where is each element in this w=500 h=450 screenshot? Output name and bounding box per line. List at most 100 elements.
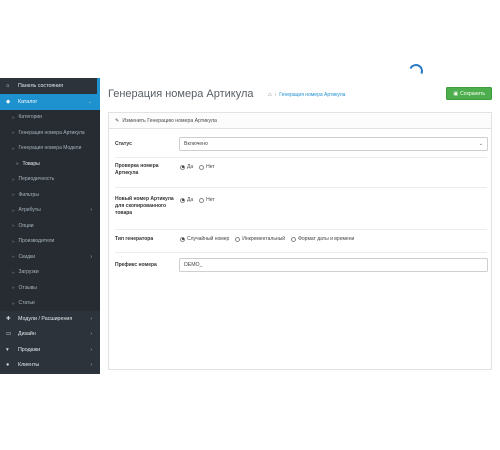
sidebar-item-label: Модули / Расширения [18,315,73,322]
sidebar-item-label: Опции [18,222,34,229]
save-button[interactable]: ▣ Сохранить [446,87,492,100]
sidebar-item-extensions[interactable]: ✚ Модули / Расширения › [0,311,100,327]
sidebar-item-attributes[interactable]: » Атрибуты › [0,202,100,218]
chevron-right-icon: › [90,346,92,353]
main-content: Генерация номера Артикула ⌂ › Генерация … [100,78,500,374]
home-icon: ⌂ [6,82,10,89]
double-chevron-icon: » [12,238,15,244]
check-no-radio[interactable]: Нет [199,164,215,170]
new-number-yes-radio[interactable]: Да [180,197,193,203]
sidebar-item-products[interactable]: » Товары [0,156,100,172]
sidebar-item-label: Скидки [18,253,36,260]
radio-label: Формат даты и времени [298,236,355,242]
generator-random-radio[interactable]: Случайный номер [180,236,229,242]
divider [115,157,487,158]
sidebar-item-sku-generation[interactable]: » Генерация номера Артикула [0,125,100,141]
double-chevron-icon: » [12,192,15,198]
sidebar-item-label: Производители [18,238,55,245]
breadcrumb: ⌂ › Генерация номера Артикула [268,92,345,98]
radio-dot[interactable] [199,197,205,203]
sidebar-item-design[interactable]: ▭ Дизайн › [0,327,100,343]
chevron-down-icon: ⌄ [87,98,92,105]
double-chevron-icon: » [12,114,15,120]
radio-dot[interactable] [180,164,185,170]
sidebar-item-label: Панель состояния [18,82,64,89]
radio-label: Да [187,197,194,203]
sidebar-item-model-generation[interactable]: » Генерация номера Модели [0,140,100,156]
status-select-value: Включено [184,141,208,147]
double-chevron-icon: » [16,161,19,167]
status-label: Статус [115,141,132,147]
sidebar-item-options[interactable]: » Опции [0,218,100,234]
generator-incremental-radio[interactable]: Инкрементальный [235,236,285,242]
sidebar-item-reviews[interactable]: » Отзывы [0,280,100,296]
breadcrumb-link[interactable]: Генерация номера Артикула [279,92,345,98]
sidebar-item-label: Категории [18,114,42,121]
sidebar-item-label: Товары [22,160,40,167]
sidebar-item-articles[interactable]: » Статьи [0,295,100,311]
sidebar-item-label: Статьи [18,300,35,307]
radio-dot[interactable] [291,236,297,242]
radio-label: Случайный номер [187,236,230,242]
sidebar-item-label: Фильтры [18,191,39,198]
divider [115,187,487,188]
sidebar: ⌂ Панель состояния ◆ Каталог ⌄ » Категор… [0,78,100,374]
chevron-right-icon: › [90,362,92,369]
sidebar-item-downloads[interactable]: » Загрузки [0,264,100,280]
panel-title: Изменить Генерацию номера Артикула [122,117,217,124]
check-label: Проверка номера Артикула [115,163,159,176]
chevron-right-icon: › [90,207,92,214]
sidebar-item-dashboard[interactable]: ⌂ Панель состояния [0,78,100,94]
sidebar-item-label: Отзывы [18,284,37,291]
chevron-right-icon: › [90,253,92,260]
sidebar-item-manufacturers[interactable]: » Производители [0,233,100,249]
save-button-label: Сохранить [460,90,485,97]
double-chevron-icon: » [12,207,15,213]
status-select[interactable]: Включено ⌄ [179,137,488,151]
double-chevron-icon: » [12,130,15,136]
double-chevron-icon: » [12,176,15,182]
double-chevron-icon: » [12,254,15,260]
sidebar-item-label: Каталог [18,98,38,105]
check-yes-radio[interactable]: Да [180,164,193,170]
generator-datetime-radio[interactable]: Формат даты и времени [291,236,354,242]
new-number-label: Новый номер Артикула для скопированного … [115,196,174,216]
sidebar-item-catalog[interactable]: ◆ Каталог ⌄ [0,93,100,110]
double-chevron-icon: » [12,269,15,275]
sidebar-item-label: Загрузки [18,269,39,276]
monitor-icon: ▭ [6,331,12,338]
sidebar-item-customers[interactable]: ● Клиенты › [0,358,100,374]
prefix-input[interactable]: DEMO_ [179,258,488,272]
divider [115,229,487,230]
new-number-no-radio[interactable]: Нет [199,197,215,203]
sidebar-item-recurring[interactable]: » Периодичность [0,171,100,187]
radio-dot[interactable] [235,236,241,242]
pencil-icon: ✎ [115,117,120,124]
sidebar-item-filters[interactable]: » Фильтры [0,187,100,203]
radio-dot[interactable] [180,236,185,242]
sidebar-item-label: Атрибуты [18,207,41,214]
chevron-right-icon: › [90,315,92,322]
cart-icon: ▾ [6,346,9,353]
sidebar-item-label: Генерация номера Модели [18,145,82,152]
page-title: Генерация номера Артикула [108,88,254,100]
generator-radio-group: Случайный номер Инкрементальный Формат д… [180,236,354,242]
radio-label: Да [187,164,194,170]
radio-dot[interactable] [199,164,205,170]
sidebar-item-discounts[interactable]: » Скидки › [0,249,100,265]
radio-dot[interactable] [180,197,185,203]
admin-app: ⌂ Панель состояния ◆ Каталог ⌄ » Категор… [0,78,500,374]
check-radio-group: Да Нет [180,164,215,170]
divider [115,252,487,253]
breadcrumb-separator: › [274,92,277,98]
sidebar-item-categories[interactable]: » Категории [0,109,100,125]
generator-label: Тип генератора [115,236,154,242]
sidebar-item-label: Клиенты [18,362,40,369]
double-chevron-icon: » [12,223,15,229]
sidebar-item-label: Дизайн [18,331,36,338]
sidebar-item-sales[interactable]: ▾ Продажи › [0,342,100,358]
double-chevron-icon: » [12,300,15,306]
chevron-right-icon: › [90,331,92,338]
double-chevron-icon: » [12,145,15,151]
home-icon[interactable]: ⌂ [268,92,272,98]
